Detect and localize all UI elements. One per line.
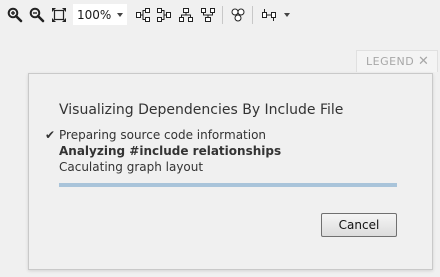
progress-bar — [59, 183, 397, 187]
cluster-icon[interactable] — [228, 5, 248, 25]
step-item-layout: Caculating graph layout — [59, 160, 204, 174]
close-icon[interactable]: ✕ — [418, 54, 429, 69]
legend-label: LEGEND — [366, 55, 415, 68]
layout-left-right-icon[interactable] — [133, 5, 153, 25]
fit-to-window-icon[interactable] — [49, 5, 69, 25]
zoom-level-combo[interactable]: 100% — [73, 4, 127, 25]
zoom-out-icon[interactable] — [27, 5, 47, 25]
layout-bottom-up-icon[interactable] — [198, 5, 218, 25]
chevron-down-icon[interactable] — [284, 13, 290, 17]
toolbar-separator — [222, 6, 223, 24]
layout-top-down-icon[interactable] — [176, 5, 196, 25]
progress-dialog: Visualizing Dependencies By Include File… — [28, 73, 433, 270]
step-item-prepare: Preparing source code information — [59, 128, 267, 142]
layout-options-icon[interactable] — [259, 5, 279, 25]
progress-fill — [59, 183, 397, 187]
legend-tab[interactable]: LEGEND ✕ — [356, 50, 438, 72]
chevron-down-icon — [117, 13, 123, 17]
zoom-level-value: 100% — [77, 8, 112, 22]
checkmark-icon: ✔ — [45, 128, 56, 142]
zoom-in-icon[interactable] — [5, 5, 25, 25]
dialog-title: Visualizing Dependencies By Include File — [59, 102, 344, 118]
layout-right-left-icon[interactable] — [154, 5, 174, 25]
toolbar: 100% — [0, 0, 440, 30]
step-item-analyze: Analyzing #include relationships — [59, 144, 282, 158]
cancel-button[interactable]: Cancel — [321, 213, 397, 237]
toolbar-separator — [252, 6, 253, 24]
